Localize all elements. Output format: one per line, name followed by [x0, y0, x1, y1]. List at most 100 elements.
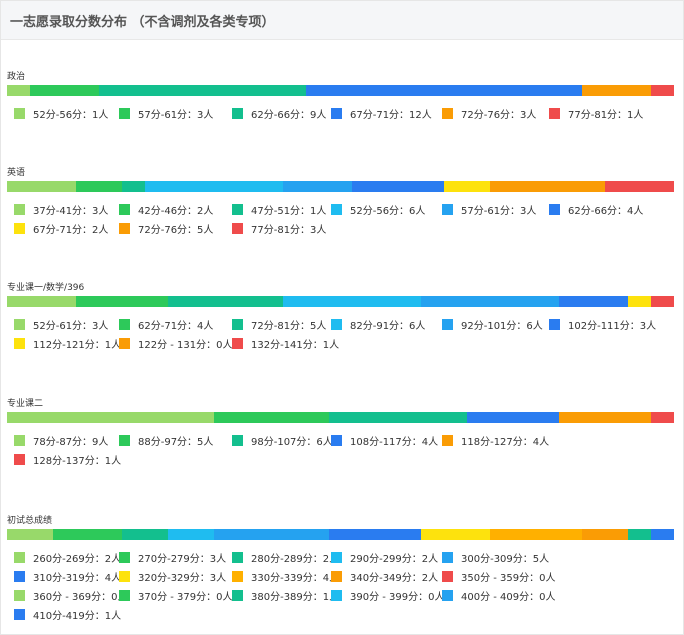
- legend-item[interactable]: 360分 - 369分：0人: [14, 589, 128, 603]
- legend-item[interactable]: 340分-349分：2人: [331, 569, 438, 584]
- legend-item[interactable]: 77分-81分：1人: [549, 106, 643, 121]
- legend-label: 42分-46分：2人: [138, 205, 214, 217]
- bar-segment[interactable]: [559, 412, 651, 423]
- stacked-bar: [7, 412, 674, 423]
- bar-segment[interactable]: [283, 181, 352, 192]
- legend-item[interactable]: 62分-66分：9人: [232, 106, 327, 121]
- legend-item[interactable]: 67分-71分：12人: [331, 106, 432, 121]
- legend-label: 62分-66分：9人: [251, 109, 327, 121]
- bar-segment[interactable]: [651, 529, 674, 540]
- bar-segment[interactable]: [421, 296, 559, 307]
- bar-segment[interactable]: [168, 296, 283, 307]
- legend-item[interactable]: 72分-81分：5人: [232, 317, 326, 332]
- legend-item[interactable]: 350分 - 359分：0人: [442, 569, 556, 584]
- bar-segment[interactable]: [76, 181, 122, 192]
- legend-item[interactable]: 132分-141分：1人: [232, 336, 339, 351]
- legend-swatch: [14, 453, 25, 465]
- legend-item[interactable]: 82分-91分：6人: [331, 317, 425, 332]
- bar-segment[interactable]: [122, 181, 145, 192]
- legend-item[interactable]: 62分-71分：4人: [119, 317, 213, 332]
- legend-item[interactable]: 52分-56分：1人: [14, 106, 109, 121]
- legend-item[interactable]: 260分-269分：2人: [14, 550, 121, 565]
- legend-item[interactable]: 108分-117分：4人: [331, 433, 438, 448]
- bar-segment[interactable]: [582, 529, 628, 540]
- bar-segment[interactable]: [145, 181, 283, 192]
- bar-segment[interactable]: [214, 529, 329, 540]
- bar-segment[interactable]: [352, 181, 444, 192]
- legend-swatch: [119, 590, 130, 602]
- legend-item[interactable]: 47分-51分：1人: [232, 202, 326, 217]
- bar-segment[interactable]: [214, 412, 329, 423]
- legend-item[interactable]: 67分-71分：2人: [14, 221, 108, 236]
- legend-item[interactable]: 270分-279分：3人: [119, 550, 226, 565]
- legend-item[interactable]: 102分-111分：3人: [549, 317, 656, 332]
- legend-item[interactable]: 118分-127分：4人: [442, 433, 549, 448]
- legend-item[interactable]: 290分-299分：2人: [331, 550, 438, 565]
- bar-segment[interactable]: [559, 296, 628, 307]
- legend-item[interactable]: 390分 - 399分：0人: [331, 589, 445, 603]
- bar-segment[interactable]: [53, 529, 122, 540]
- legend-item[interactable]: 320分-329分：3人: [119, 569, 227, 584]
- bar-segment[interactable]: [283, 296, 421, 307]
- bar-segment[interactable]: [7, 412, 214, 423]
- legend-swatch: [14, 203, 25, 215]
- bar-segment[interactable]: [651, 296, 674, 307]
- legend-item[interactable]: 112分-121分：1人: [14, 336, 121, 351]
- legend-item[interactable]: 330分-339分：4人: [232, 569, 339, 584]
- legend-item[interactable]: 300分-309分：5人: [442, 550, 549, 565]
- legend-item[interactable]: 62分-66分：4人: [549, 202, 643, 217]
- legend-item[interactable]: 78分-87分：9人: [14, 433, 108, 448]
- legend-item[interactable]: 410分-419分：1人: [14, 608, 121, 622]
- legend-item[interactable]: 400分 - 409分：0人: [442, 589, 556, 603]
- legend-item[interactable]: 128分-137分：1人: [14, 452, 121, 467]
- bar-segment[interactable]: [7, 85, 30, 96]
- legend-label: 310分-319分：4人: [33, 572, 122, 584]
- bar-segment[interactable]: [628, 529, 651, 540]
- bar-segment[interactable]: [99, 85, 306, 96]
- bar-segment[interactable]: [421, 529, 490, 540]
- legend-item[interactable]: 52分-61分：3人: [14, 317, 108, 332]
- bar-segment[interactable]: [7, 296, 76, 307]
- legend-item[interactable]: 370分 - 379分：0人: [119, 589, 233, 603]
- legend-swatch: [232, 570, 243, 582]
- bar-segment[interactable]: [490, 529, 582, 540]
- legend-item[interactable]: 88分-97分：5人: [119, 433, 213, 448]
- bar-segment[interactable]: [467, 412, 559, 423]
- bar-segment[interactable]: [168, 529, 214, 540]
- legend-label: 320分-329分：3人: [138, 572, 227, 584]
- bar-segment[interactable]: [651, 412, 674, 423]
- bar-segment[interactable]: [7, 529, 53, 540]
- bar-segment[interactable]: [490, 181, 605, 192]
- stacked-bar: [7, 181, 674, 192]
- legend-item[interactable]: 37分-41分：3人: [14, 202, 108, 217]
- legend-item[interactable]: 57分-61分：3人: [442, 202, 536, 217]
- legend-item[interactable]: 72分-76分：3人: [442, 106, 536, 121]
- legend-item[interactable]: 380分-389分：1人: [232, 589, 339, 603]
- bar-segment[interactable]: [444, 181, 490, 192]
- legend-item[interactable]: 122分 - 131分：0人: [119, 336, 233, 351]
- legend-item[interactable]: 280分-289分：2人: [232, 550, 339, 565]
- bar-segment[interactable]: [76, 296, 168, 307]
- bar-segment[interactable]: [582, 85, 651, 96]
- bar-segment[interactable]: [651, 85, 674, 96]
- legend-item[interactable]: 77分-81分：3人: [232, 221, 326, 236]
- legend-item[interactable]: 42分-46分：2人: [119, 202, 214, 217]
- legend-swatch: [442, 318, 453, 330]
- legend-item[interactable]: 52分-56分：6人: [331, 202, 425, 217]
- legend-label: 52分-56分：1人: [33, 109, 109, 121]
- bar-segment[interactable]: [30, 85, 99, 96]
- legend-item[interactable]: 98分-107分：6人: [232, 433, 333, 448]
- bar-segment[interactable]: [329, 529, 421, 540]
- legend-item[interactable]: 310分-319分：4人: [14, 569, 122, 584]
- bar-segment[interactable]: [605, 181, 674, 192]
- bar-segment[interactable]: [122, 529, 168, 540]
- bar-segment[interactable]: [306, 85, 582, 96]
- bar-segment[interactable]: [329, 412, 467, 423]
- bar-segment[interactable]: [628, 296, 651, 307]
- bar-segment[interactable]: [7, 181, 76, 192]
- legend-item[interactable]: 57分-61分：3人: [119, 106, 213, 121]
- legend-swatch: [331, 107, 342, 119]
- legend-item[interactable]: 72分-76分：5人: [119, 221, 213, 236]
- legend-item[interactable]: 92分-101分：6人: [442, 317, 543, 332]
- legend-label: 360分 - 369分：0人: [33, 592, 128, 604]
